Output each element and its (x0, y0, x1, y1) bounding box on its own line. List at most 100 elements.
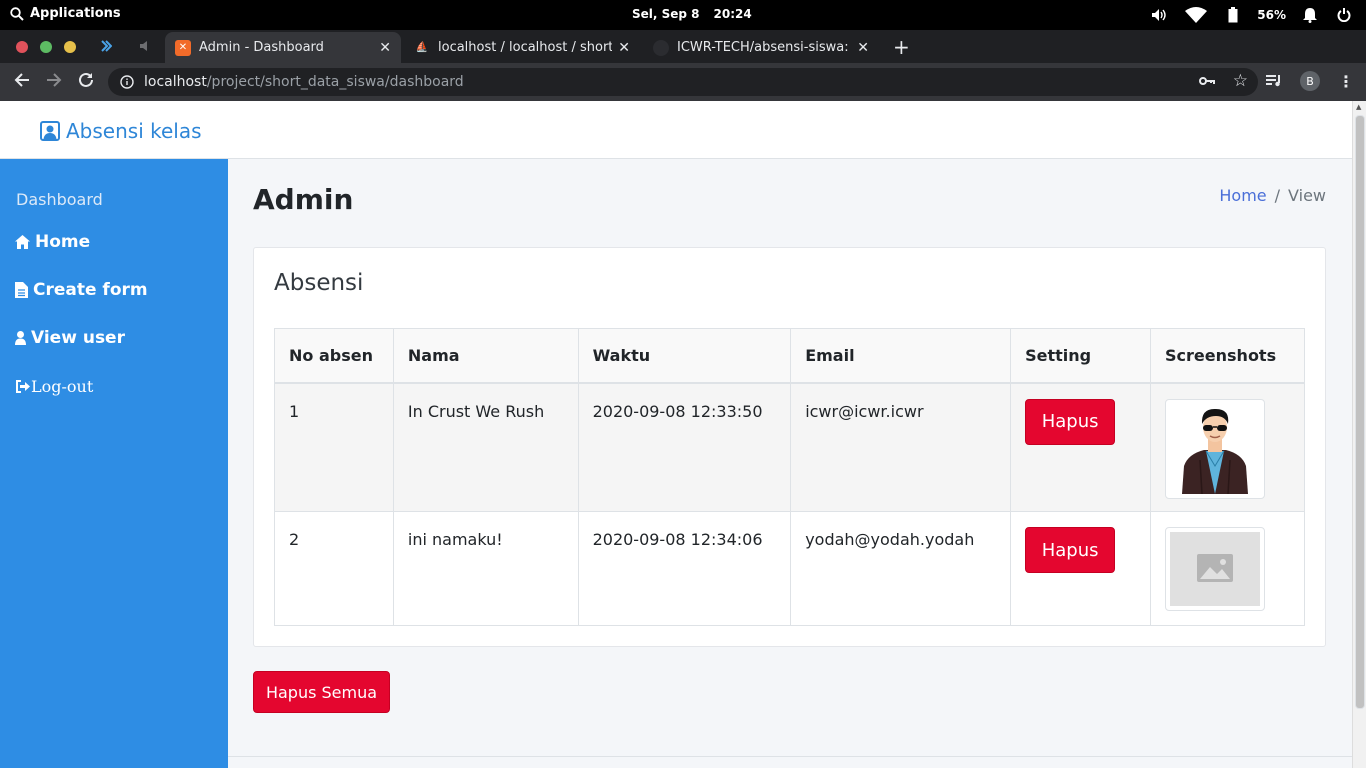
battery-percent: 56% (1257, 8, 1286, 22)
image-placeholder-icon (1170, 532, 1261, 606)
phpmyadmin-favicon-icon: ⛵ (415, 42, 429, 53)
attendance-card: Absensi No absen Nama Waktu Email Settin… (253, 247, 1326, 647)
scrollbar-thumb[interactable] (1355, 115, 1365, 709)
new-tab-button[interactable]: + (893, 35, 910, 59)
card-title: Absensi (274, 270, 364, 296)
profile-avatar[interactable]: B (1300, 71, 1320, 91)
breadcrumb: Home / View (1219, 186, 1326, 205)
brand-link[interactable]: Absensi kelas (40, 119, 202, 143)
back-arrow-icon[interactable] (13, 71, 31, 89)
site-info-icon[interactable] (120, 75, 134, 89)
close-tab-icon[interactable]: ✕ (857, 40, 869, 56)
url-bar[interactable]: localhost/project/short_data_siswa/dashb… (108, 68, 1258, 96)
time-text: 20:24 (713, 7, 752, 21)
url-host: localhost (144, 74, 207, 90)
breadcrumb-separator: / (1274, 186, 1281, 205)
tab-github[interactable]: ICWR-TECH/absensi-siswa: Abs ✕ (643, 32, 879, 63)
cell-nama: In Crust We Rush (392, 382, 579, 512)
sidebar-item-label: Home (35, 232, 91, 252)
key-icon[interactable] (1198, 76, 1215, 86)
os-top-bar: Applications Sel, Sep 8 20:24 56% (0, 0, 1366, 30)
url-path: /project/short_data_siswa/dashboard (206, 74, 464, 90)
user-icon (15, 331, 26, 345)
close-tab-icon[interactable]: ✕ (379, 40, 391, 56)
tab-title: localhost / localhost / shortdata (438, 40, 613, 55)
forward-arrow-icon[interactable] (45, 71, 63, 89)
tab-title: ICWR-TECH/absensi-siswa: Abs (677, 40, 851, 55)
user-badge-icon (40, 121, 60, 141)
bookmark-star-icon[interactable]: ☆ (1233, 71, 1248, 91)
wifi-icon[interactable] (1183, 5, 1209, 25)
cell-email: yodah@yodah.yodah (790, 511, 1012, 626)
window-controls (16, 41, 76, 53)
main-content: Admin Home / View Absensi No absen Nama Wa… (228, 159, 1352, 768)
kebab-menu-icon[interactable]: ⋮ (1338, 72, 1354, 91)
web-page: Absensi kelas Dashboard Home Create form… (0, 101, 1352, 768)
tab-admin-dashboard[interactable]: ✕ Admin - Dashboard ✕ (165, 32, 401, 63)
page-scrollbar[interactable]: ▲ (1352, 101, 1366, 768)
sign-out-icon (16, 380, 30, 393)
top-navbar: Absensi kelas (0, 101, 1352, 159)
breadcrumb-home-link[interactable]: Home (1219, 186, 1266, 205)
table-header-row: No absen Nama Waktu Email Setting Screen… (274, 328, 1305, 384)
home-icon (15, 235, 30, 249)
column-header: Email (790, 328, 1012, 384)
sidebar-item-label: Log-out (31, 377, 94, 396)
close-window-button[interactable] (16, 41, 28, 53)
cell-waktu: 2020-09-08 12:34:06 (577, 511, 792, 626)
hapus-semua-button[interactable]: Hapus Semua (253, 671, 390, 713)
sidebar-item-label: Create form (33, 280, 148, 300)
sidebar-item-home[interactable]: Home (15, 232, 90, 252)
media-queue-icon[interactable] (1266, 75, 1282, 87)
battery-icon[interactable] (1223, 5, 1243, 25)
table-row: 2 ini namaku! 2020-09-08 12:34:06 yodah@… (274, 511, 1305, 626)
tab-title: Admin - Dashboard (199, 40, 324, 55)
tab-search-arrow-icon[interactable] (100, 40, 112, 52)
sidebar-item-label: View user (31, 328, 125, 348)
hapus-button[interactable]: Hapus (1025, 527, 1116, 573)
browser-toolbar: localhost/project/short_data_siswa/dashb… (0, 63, 1366, 101)
avatar-man-sunglasses-image (1182, 408, 1249, 494)
screenshot-thumbnail[interactable] (1165, 398, 1266, 499)
browser-tab-strip: ✕ Admin - Dashboard ✕ ⛵ localhost / loca… (0, 30, 1366, 63)
table-row: 1 In Crust We Rush 2020-09-08 12:33:50 i… (274, 382, 1305, 512)
volume-icon[interactable] (1149, 5, 1169, 25)
sidebar-item-create-form[interactable]: Create form (15, 280, 148, 300)
sidebar: Dashboard Home Create form View user Log… (0, 159, 228, 768)
cell-setting: Hapus (1010, 511, 1152, 626)
file-icon (15, 282, 28, 298)
muted-audio-icon[interactable] (139, 41, 151, 51)
cell-email: icwr@icwr.icwr (790, 382, 1012, 512)
column-header: Setting (1010, 328, 1152, 384)
brand-text: Absensi kelas (66, 119, 202, 143)
clock[interactable]: Sel, Sep 8 20:24 (632, 7, 752, 21)
toolbar-actions: ☆ B ⋮ (1198, 71, 1354, 91)
sidebar-item-log-out[interactable]: Log-out (15, 377, 93, 396)
system-tray: 56% (1149, 5, 1354, 25)
search-icon (10, 6, 24, 21)
applications-label: Applications (30, 6, 121, 21)
close-tab-icon[interactable]: ✕ (618, 40, 630, 56)
notification-bell-icon[interactable] (1300, 5, 1320, 25)
maximize-window-button[interactable] (40, 41, 52, 53)
cell-no-absen: 1 (274, 382, 394, 512)
column-header: Waktu (577, 328, 792, 384)
sidebar-item-view-user[interactable]: View user (15, 328, 125, 348)
date-text: Sel, Sep 8 (632, 7, 700, 21)
column-header: Nama (392, 328, 579, 384)
screenshot-thumbnail[interactable] (1165, 527, 1266, 611)
minimize-window-button[interactable] (64, 41, 76, 53)
page-title: Admin (253, 183, 354, 216)
tab-phpmyadmin[interactable]: ⛵ localhost / localhost / shortdata ✕ (404, 32, 640, 63)
xampp-favicon-icon: ✕ (175, 39, 191, 56)
column-header: No absen (274, 328, 394, 384)
scroll-up-arrow-icon[interactable]: ▲ (1356, 103, 1361, 111)
power-icon[interactable] (1334, 5, 1354, 25)
cell-nama: ini namaku! (392, 511, 579, 626)
cell-waktu: 2020-09-08 12:33:50 (577, 382, 792, 512)
github-favicon-icon (653, 39, 669, 56)
footer-divider (228, 756, 1352, 757)
hapus-button[interactable]: Hapus (1025, 398, 1116, 445)
applications-menu[interactable]: Applications (10, 6, 121, 21)
reload-icon[interactable] (77, 71, 95, 89)
